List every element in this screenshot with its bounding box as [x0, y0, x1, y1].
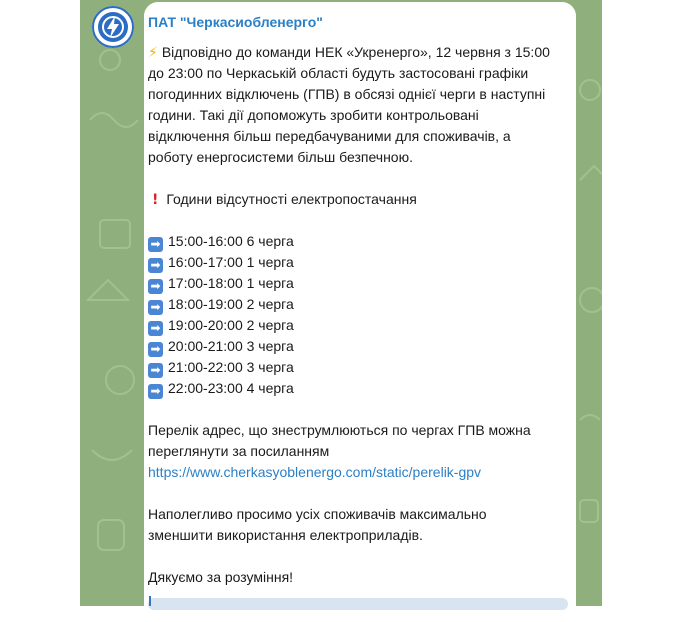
schedule-row: ➡ 15:00-16:00 6 черга — [148, 233, 294, 252]
list-line-1: Перелік адрес, що знеструмлюються по чер… — [148, 422, 531, 438]
lightning-logo-icon — [92, 6, 134, 48]
schedule-row: ➡ 19:00-20:00 2 черга — [148, 317, 294, 336]
schedule-text: 20:00-21:00 3 черга — [168, 338, 294, 354]
intro-line-6: роботу енергосистеми більш безпечною. — [148, 149, 413, 165]
schedule-row: ➡ 17:00-18:00 1 черга — [148, 275, 294, 294]
address-list-link[interactable]: https://www.cherkasyoblenergo.com/static… — [148, 464, 481, 480]
lightning-icon: ⚡ — [148, 45, 158, 61]
intro-line-4: години. Такі дії допоможуть зробити конт… — [148, 107, 479, 123]
text-cursor — [149, 596, 151, 606]
hours-heading-text: Години відсутності електропостачання — [166, 191, 417, 207]
right-arrow-icon: ➡ — [148, 342, 163, 357]
intro-line-2: до 23:00 по Черкаській області будуть за… — [148, 65, 529, 81]
right-arrow-icon: ➡ — [148, 258, 163, 273]
channel-avatar[interactable] — [92, 6, 134, 48]
schedule-text: 18:00-19:00 2 черга — [168, 296, 294, 312]
request-line-2: зменшити використання електроприладів. — [148, 527, 423, 543]
exclamation-icon: ! — [152, 192, 159, 208]
schedule-row: ➡ 21:00-22:00 3 черга — [148, 359, 294, 378]
intro-text: Відповідно до команди НЕК «Укренерго», 1… — [161, 44, 550, 60]
schedule-row: ➡ 18:00-19:00 2 черга — [148, 296, 294, 315]
intro-line-1: ⚡ Відповідно до команди НЕК «Укренерго», … — [148, 44, 550, 61]
schedule-text: 17:00-18:00 1 черга — [168, 275, 294, 291]
schedule-text: 15:00-16:00 6 черга — [168, 233, 294, 249]
hours-heading: ! Години відсутності електропостачання — [148, 191, 417, 208]
right-arrow-icon: ➡ — [148, 321, 163, 336]
comments-bar[interactable] — [148, 598, 568, 610]
right-arrow-icon: ➡ — [148, 237, 163, 252]
schedule-text: 16:00-17:00 1 черга — [168, 254, 294, 270]
intro-line-5: відключення більш передбачуваними для сп… — [148, 128, 511, 144]
right-arrow-icon: ➡ — [148, 279, 163, 294]
right-arrow-icon: ➡ — [148, 300, 163, 315]
schedule-row: ➡ 20:00-21:00 3 черга — [148, 338, 294, 357]
right-arrow-icon: ➡ — [148, 384, 163, 399]
schedule-text: 21:00-22:00 3 черга — [168, 359, 294, 375]
schedule-text: 22:00-23:00 4 черга — [168, 380, 294, 396]
schedule-row: ➡ 22:00-23:00 4 черга — [148, 380, 294, 399]
right-arrow-icon: ➡ — [148, 363, 163, 378]
thanks-line: Дякуємо за розуміння! — [148, 569, 294, 585]
schedule-row: ➡ 16:00-17:00 1 черга — [148, 254, 294, 273]
address-list-link-line: https://www.cherkasyoblenergo.com/static… — [148, 464, 481, 480]
intro-line-3: погодинних відключень (ГПВ) в обсязі одн… — [148, 86, 546, 102]
sender-name[interactable]: ПАТ "Черкасиобленерго" — [148, 14, 323, 30]
request-line-1: Наполегливо просимо усіх споживачів макс… — [148, 506, 487, 522]
schedule-text: 19:00-20:00 2 черга — [168, 317, 294, 333]
list-line-2: переглянути за посиланням — [148, 443, 330, 459]
